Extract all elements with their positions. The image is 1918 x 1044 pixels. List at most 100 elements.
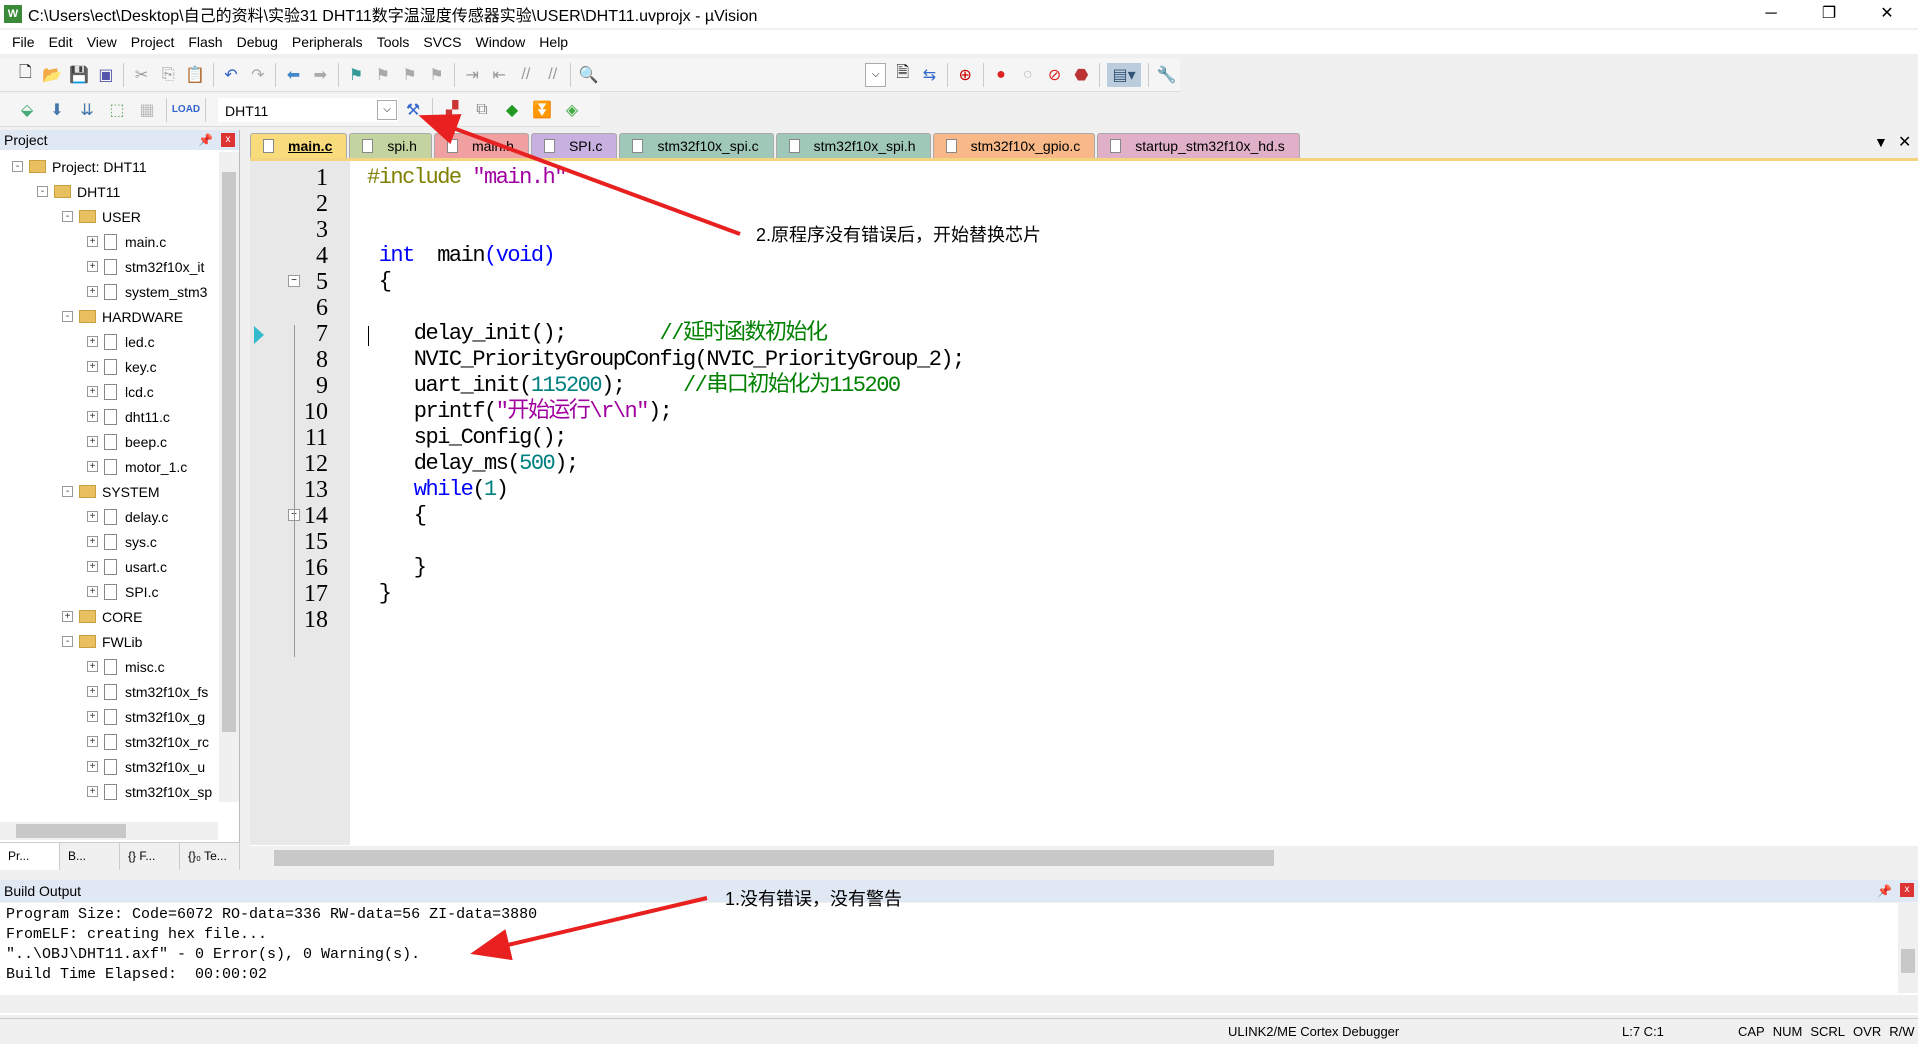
fold-collapse-icon[interactable]: − [288,275,300,287]
expand-icon[interactable]: + [87,361,98,372]
menu-project[interactable]: Project [127,34,185,50]
tree-item[interactable]: + stm32f10x_rc [87,729,209,754]
clear-bookmarks-icon[interactable]: ⚑ [426,63,447,87]
configure-icon[interactable]: 🔧 [1156,63,1177,87]
code-editor[interactable]: 1 2 3 4 5 6 7 8 9 10 11 12 13 14 15 16 17 18 #include "ma… [250,158,1918,870]
tree-item[interactable]: + dht11.c [87,404,170,429]
tree-item[interactable]: + stm32f10x_sp [87,779,212,802]
tab-stm32f10x-gpio-c[interactable]: stm32f10x_gpio.c [932,133,1096,158]
unindent-icon[interactable]: ⇤ [489,63,510,87]
menu-window[interactable]: Window [472,34,536,50]
expand-icon[interactable]: + [87,786,98,797]
menu-peripherals[interactable]: Peripherals [288,34,373,50]
menu-svcs[interactable]: SVCS [419,34,471,50]
tree-item[interactable]: + misc.c [87,654,165,679]
tab-stm32f10x-spi-h[interactable]: stm32f10x_spi.h [775,133,931,158]
next-bookmark-icon[interactable]: ⚑ [399,63,420,87]
menu-flash[interactable]: Flash [184,34,232,50]
expand-icon[interactable]: + [87,236,98,247]
collapse-icon[interactable]: - [12,161,23,172]
tree-item[interactable]: + main.c [87,229,166,254]
tree-item[interactable]: + key.c [87,354,157,379]
stop-build-icon[interactable]: ▦ [135,98,159,122]
runtime-environment-icon[interactable]: ◈ [560,98,584,122]
target-select[interactable]: DHT11 ⌵ [218,97,398,122]
tree-item[interactable]: + beep.c [87,429,167,454]
new-file-icon[interactable]: 🗋 [15,63,36,87]
expand-icon[interactable]: + [87,686,98,697]
tree-item[interactable]: + delay.c [87,504,168,529]
expand-icon[interactable]: + [87,286,98,297]
expand-icon[interactable]: + [87,336,98,347]
menu-edit[interactable]: Edit [45,34,83,50]
tab-list-dropdown-icon[interactable]: ▼ [1874,134,1888,150]
paste-icon[interactable]: 📋 [185,63,206,87]
find-dropdown[interactable]: ⌵ [865,62,887,87]
uncomment-icon[interactable]: // [542,63,563,87]
editor-horizontal-scrollbar[interactable] [250,846,1918,870]
tab-main-c[interactable]: main.c [250,133,348,158]
tree-item[interactable]: - Project: DHT11 [12,154,147,179]
tree-item[interactable]: + stm32f10x_it [87,254,204,279]
expand-icon[interactable]: + [87,761,98,772]
tree-item[interactable]: + stm32f10x_fs [87,679,208,704]
kill-breakpoints-icon[interactable]: ⬣ [1071,63,1092,87]
collapse-icon[interactable]: - [62,211,73,222]
expand-icon[interactable]: + [87,386,98,397]
disable-breakpoint-icon[interactable]: ○ [1017,63,1038,87]
collapse-icon[interactable]: - [37,186,48,197]
expand-icon[interactable]: + [87,661,98,672]
expand-icon[interactable]: + [87,436,98,447]
close-build-output-icon[interactable]: x [1900,883,1914,897]
nav-forward-icon[interactable]: ➡ [310,63,331,87]
tree-item[interactable]: - USER [62,204,141,229]
download-icon[interactable]: LOAD [172,98,200,122]
tree-item[interactable]: + usart.c [87,554,167,579]
expand-icon[interactable]: + [87,461,98,472]
menu-debug[interactable]: Debug [233,34,288,50]
manage-components-icon[interactable]: ▞ [440,98,464,122]
build-icon[interactable]: ⬇ [45,98,69,122]
tree-item[interactable]: + lcd.c [87,379,154,404]
tab-spi-c[interactable]: SPI.c [530,133,618,158]
select-packs-icon[interactable]: ◆ [500,98,524,122]
expand-icon[interactable]: + [87,261,98,272]
batch-build-icon[interactable]: ⬚ [105,98,129,122]
open-icon[interactable]: 📂 [42,63,63,87]
tab-stm32f10x-spi-c[interactable]: stm32f10x_spi.c [619,133,774,158]
expand-icon[interactable]: + [62,611,73,622]
incremental-find-icon[interactable]: ⇆ [919,63,940,87]
close-button[interactable]: ✕ [1858,0,1916,28]
tree-horizontal-scrollbar[interactable] [0,822,218,840]
tree-item[interactable]: + led.c [87,329,155,354]
expand-icon[interactable]: + [87,736,98,747]
tree-item[interactable]: + motor_1.c [87,454,187,479]
comment-icon[interactable]: // [515,63,536,87]
expand-icon[interactable]: + [87,411,98,422]
close-tab-icon[interactable]: ✕ [1898,132,1911,152]
expand-icon[interactable]: + [87,536,98,547]
bookmark-icon[interactable]: ⚑ [346,63,367,87]
menu-view[interactable]: View [83,34,127,50]
save-icon[interactable]: 💾 [69,63,90,87]
restore-button[interactable]: ❐ [1800,0,1858,28]
tree-item[interactable]: - HARDWARE [62,304,183,329]
panel-tab[interactable]: {} F... [120,843,180,870]
expand-icon[interactable]: + [87,511,98,522]
breakpoint-icon[interactable]: ● [990,63,1011,87]
collapse-icon[interactable]: - [62,311,73,322]
build-output[interactable]: Program Size: Code=6072 RO-data=336 RW-d… [0,903,1918,1015]
expand-icon[interactable]: + [87,561,98,572]
tree-item[interactable]: + stm32f10x_g [87,704,205,729]
manage-multi-project-icon[interactable]: ⧉ [470,98,494,122]
panel-tab[interactable]: Pr... [0,843,60,870]
indent-icon[interactable]: ⇥ [462,63,483,87]
tree-item[interactable]: - SYSTEM [62,479,160,504]
copy-icon[interactable]: ⎘ [158,63,179,87]
collapse-icon[interactable]: - [62,636,73,647]
disable-all-breakpoints-icon[interactable]: ⊘ [1044,63,1065,87]
pin-icon[interactable]: 📌 [1877,880,1892,902]
tree-item[interactable]: + SPI.c [87,579,158,604]
pack-installer-icon[interactable]: ⏬ [530,98,554,122]
tree-item[interactable]: + system_stm3 [87,279,207,304]
